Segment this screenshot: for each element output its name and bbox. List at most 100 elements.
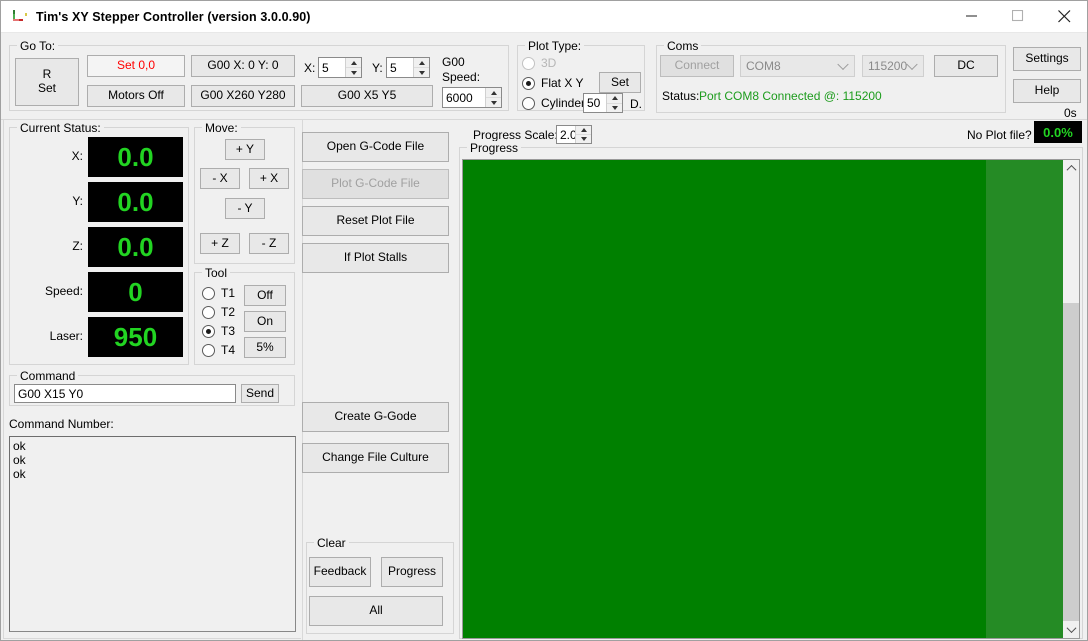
baud-rate-select[interactable]: 115200 — [862, 55, 924, 77]
move-minus-y-button[interactable]: - Y — [225, 198, 265, 219]
feedback-line: ok — [13, 439, 293, 453]
cylinder-diameter-input[interactable]: 50 — [583, 93, 623, 113]
if-plot-stalls-button[interactable]: If Plot Stalls — [302, 243, 449, 273]
g00-speed-stepper[interactable] — [485, 88, 501, 107]
y-coord-stepper-down[interactable] — [414, 68, 429, 77]
clear-all-button[interactable]: All — [309, 596, 443, 626]
tool-radio-t4[interactable]: T4 — [202, 343, 235, 357]
elapsed-time-label: 0s — [1064, 106, 1077, 120]
create-gcode-button[interactable]: Create G-Gode — [302, 402, 449, 432]
tool-radio-t2[interactable]: T2 — [202, 305, 235, 319]
y-coord-input[interactable]: 5 — [386, 57, 430, 78]
x-coord-label: X: — [304, 61, 315, 75]
plot-scrollbar-thumb[interactable] — [1063, 303, 1079, 625]
clear-group-label: Clear — [314, 536, 349, 550]
title-bar: Tim's XY Stepper Controller (version 3.0… — [1, 1, 1087, 32]
clear-feedback-button[interactable]: Feedback — [309, 557, 371, 587]
command-number-label: Command Number: — [9, 417, 114, 431]
g00-speed-stepper-up[interactable] — [486, 88, 501, 98]
x-coord-stepper-down[interactable] — [346, 68, 361, 77]
scroll-up-icon[interactable] — [1063, 160, 1079, 177]
maximize-icon[interactable] — [995, 1, 1041, 31]
radio-dot-flat-xy — [522, 77, 535, 90]
y-coord-label: Y: — [372, 61, 383, 75]
status-label-x: X: — [15, 149, 83, 163]
plot-gcode-file-button[interactable]: Plot G-Code File — [302, 169, 449, 199]
cylinder-diameter-stepper-down[interactable] — [607, 104, 622, 113]
radio-dot-t4 — [202, 344, 215, 357]
status-value-z: 0.0 — [88, 227, 183, 267]
settings-button[interactable]: Settings — [1013, 47, 1081, 71]
plot-type-radio-cylinder[interactable]: Cylinder — [522, 96, 585, 110]
status-value-laser: 950 — [88, 317, 183, 357]
g00-x5-y5-button[interactable]: G00 X5 Y5 — [301, 85, 433, 107]
move-minus-z-button[interactable]: - Z — [249, 233, 289, 254]
plot-canvas-container[interactable] — [462, 159, 1080, 639]
tool-radio-t1[interactable]: T1 — [202, 286, 235, 300]
status-value-y: 0.0 — [88, 182, 183, 222]
cylinder-diameter-stepper-up[interactable] — [607, 94, 622, 104]
command-input[interactable]: G00 X15 Y0 — [14, 384, 236, 403]
coms-status-value: Port COM8 Connected @: 115200 — [699, 89, 882, 103]
open-gcode-file-button[interactable]: Open G-Code File — [302, 132, 449, 162]
dc-button[interactable]: DC — [934, 55, 998, 77]
status-value-x: 0.0 — [88, 137, 183, 177]
progress-scale-input[interactable]: 2.0 — [556, 125, 592, 144]
progress-scale-label: Progress Scale: — [473, 128, 558, 142]
com-port-select[interactable]: COM8 — [740, 55, 855, 77]
move-plus-x-button[interactable]: + X — [249, 168, 289, 189]
status-label-speed: Speed: — [15, 284, 83, 298]
move-minus-x-button[interactable]: - X — [200, 168, 240, 189]
reset-plot-file-button[interactable]: Reset Plot File — [302, 206, 449, 236]
plot-canvas-highlight-region — [986, 160, 1063, 638]
x-coord-value: 5 — [322, 61, 329, 75]
plot-type-label-cylinder: Cylinder — [541, 96, 585, 110]
help-button[interactable]: Help — [1013, 79, 1081, 103]
plot-type-radio-flat-xy[interactable]: Flat X Y — [522, 76, 583, 90]
move-plus-y-button[interactable]: + Y — [225, 139, 265, 160]
y-coord-stepper-up[interactable] — [414, 58, 429, 68]
move-plus-z-button[interactable]: + Z — [200, 233, 240, 254]
coms-status-label: Status: — [662, 89, 699, 103]
plot-type-set-button[interactable]: Set — [599, 72, 641, 93]
chevron-down-icon — [906, 59, 917, 70]
r-set-button[interactable]: R Set — [15, 58, 79, 106]
clear-progress-button[interactable]: Progress — [381, 557, 443, 587]
tool-percent-button[interactable]: 5% — [244, 337, 286, 358]
progress-scale-stepper-down[interactable] — [576, 135, 591, 143]
g00-speed-input[interactable]: 6000 — [442, 87, 502, 108]
tool-on-button[interactable]: On — [244, 311, 286, 332]
tool-radio-t3[interactable]: T3 — [202, 324, 235, 338]
change-file-culture-button[interactable]: Change File Culture — [302, 443, 449, 473]
y-coord-stepper[interactable] — [413, 58, 429, 77]
panel-divider — [1, 119, 1088, 120]
plot-type-label-3d: 3D — [541, 56, 556, 70]
minimize-icon[interactable] — [949, 1, 995, 31]
send-command-button[interactable]: Send — [241, 384, 279, 403]
feedback-textarea[interactable]: ok ok ok — [9, 436, 296, 632]
plot-type-radio-3d[interactable]: 3D — [522, 56, 556, 70]
g00-speed-stepper-down[interactable] — [486, 98, 501, 107]
connect-button[interactable]: Connect — [660, 55, 734, 77]
x-coord-stepper-up[interactable] — [346, 58, 361, 68]
scroll-down-icon[interactable] — [1063, 621, 1079, 638]
x-coord-stepper[interactable] — [345, 58, 361, 77]
plot-type-group-label: Plot Type: — [525, 39, 584, 53]
window-title: Tim's XY Stepper Controller (version 3.0… — [36, 10, 311, 24]
tool-off-button[interactable]: Off — [244, 285, 286, 306]
close-icon[interactable] — [1041, 1, 1087, 31]
tool-group-label: Tool — [202, 266, 230, 280]
g00-x260-y280-button[interactable]: G00 X260 Y280 — [191, 85, 295, 107]
cylinder-diameter-stepper[interactable] — [606, 94, 622, 112]
motors-off-button[interactable]: Motors Off — [87, 85, 185, 107]
plot-vertical-scrollbar[interactable] — [1063, 160, 1079, 638]
x-coord-input[interactable]: 5 — [318, 57, 362, 78]
g00-speed-value: 6000 — [446, 91, 473, 105]
progress-scale-stepper[interactable] — [575, 126, 591, 143]
g00-x0-y0-button[interactable]: G00 X: 0 Y: 0 — [191, 55, 295, 77]
progress-scale-stepper-up[interactable] — [576, 126, 591, 135]
goto-group-label: Go To: — [17, 39, 58, 53]
radio-dot-t3 — [202, 325, 215, 338]
set-zero-zero-button[interactable]: Set 0,0 — [87, 55, 185, 77]
feedback-line: ok — [13, 467, 293, 481]
